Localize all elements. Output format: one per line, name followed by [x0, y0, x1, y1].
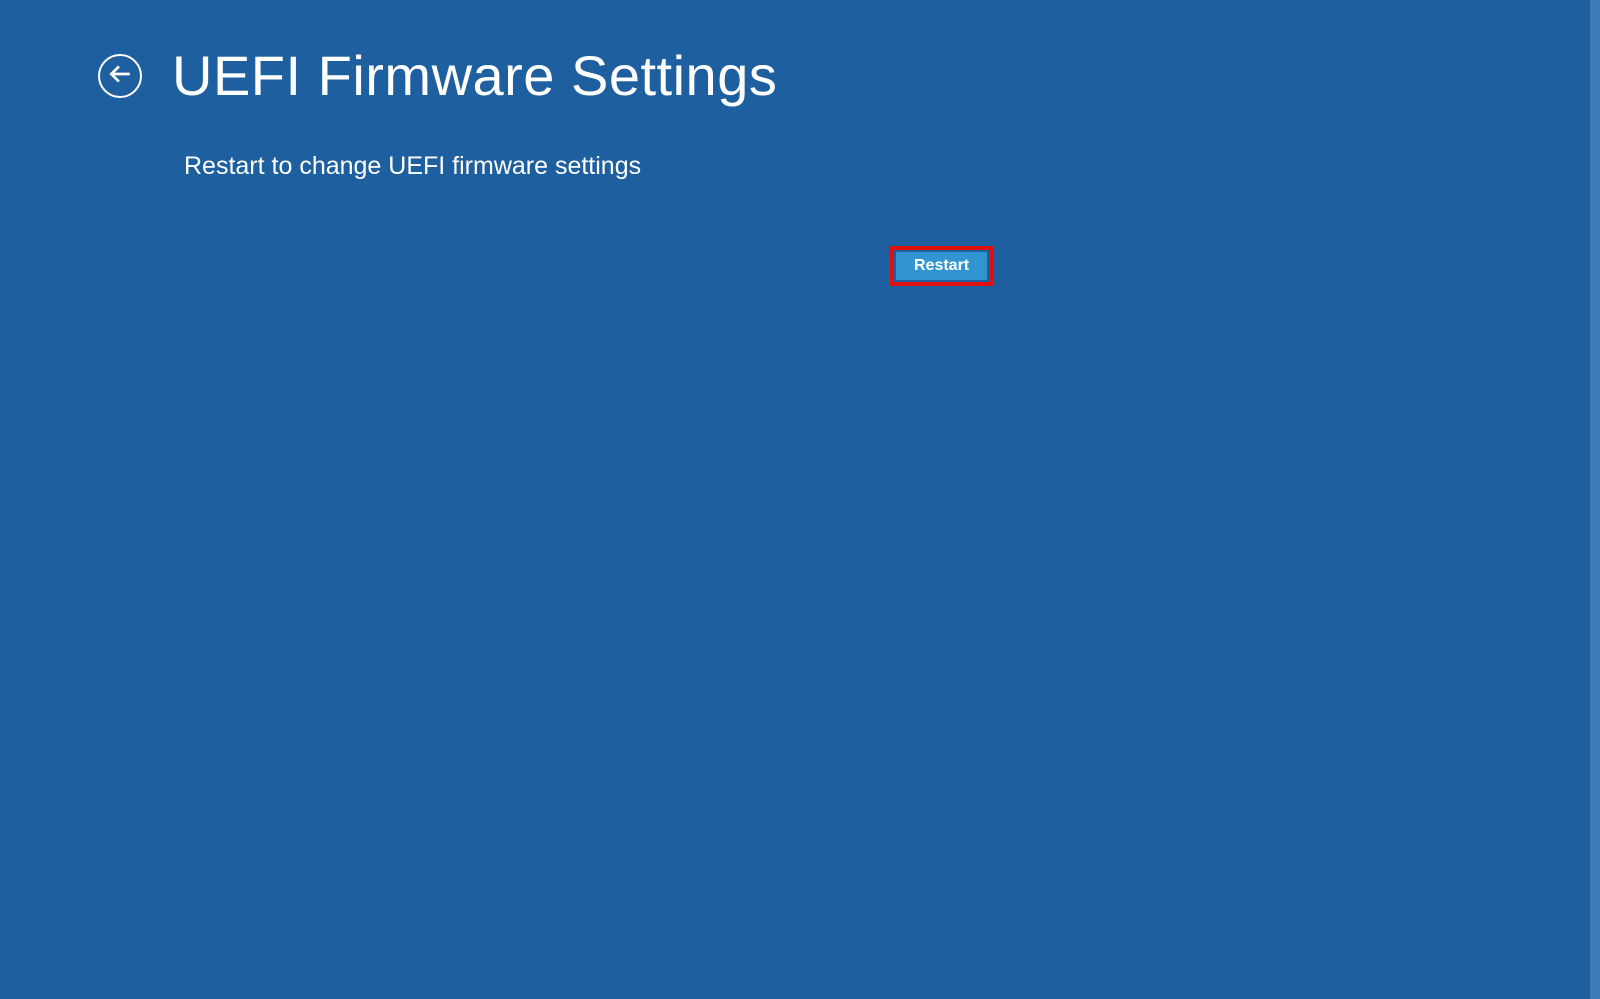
back-button[interactable]	[98, 54, 142, 98]
page-description: Restart to change UEFI firmware settings	[0, 104, 1600, 181]
highlight-annotation: Restart	[890, 246, 993, 286]
restart-button[interactable]: Restart	[896, 252, 987, 280]
back-arrow-icon	[107, 61, 133, 92]
button-container: Restart	[890, 246, 993, 286]
page-title: UEFI Firmware Settings	[172, 48, 777, 104]
right-edge-strip	[1590, 0, 1600, 999]
page-header: UEFI Firmware Settings	[0, 0, 1600, 104]
